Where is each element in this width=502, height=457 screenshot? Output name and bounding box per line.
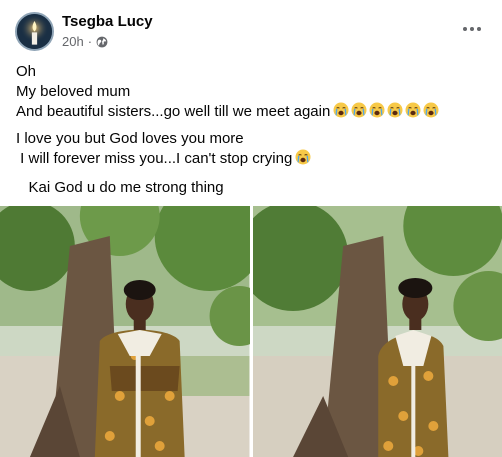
loudly-crying-face-emoji xyxy=(423,102,439,118)
post-line: I love you but God loves you more xyxy=(16,130,244,147)
loudly-crying-face-emoji xyxy=(405,102,421,118)
post-meta: 20h · xyxy=(62,34,108,49)
more-options-dot xyxy=(477,27,481,31)
loudly-crying-face-emoji xyxy=(295,149,311,165)
loudly-crying-face-emoji xyxy=(333,102,349,118)
post-line: And beautiful sisters...go well till we … xyxy=(16,103,331,120)
more-options-dot xyxy=(463,27,467,31)
meta-separator: · xyxy=(87,34,93,49)
avatar[interactable] xyxy=(15,12,54,51)
candle-icon xyxy=(17,14,52,49)
globe-icon[interactable] xyxy=(96,36,108,48)
post-line: Kai God u do me strong thing xyxy=(16,179,224,196)
author-name[interactable]: Tsegba Lucy xyxy=(62,13,153,30)
post-line: My beloved mum xyxy=(16,83,131,100)
loudly-crying-face-emoji xyxy=(369,102,385,118)
more-options-button[interactable] xyxy=(460,19,484,39)
crying-emoji-group xyxy=(295,149,311,165)
loudly-crying-face-emoji xyxy=(351,102,367,118)
more-options-dot xyxy=(470,27,474,31)
post-timestamp[interactable]: 20h xyxy=(62,34,84,49)
photo-woman-by-tree-1[interactable] xyxy=(0,206,250,457)
loudly-crying-face-emoji xyxy=(387,102,403,118)
post-line-with-emoji: And beautiful sisters...go well till we … xyxy=(16,102,494,122)
crying-emoji-group xyxy=(333,102,439,118)
post-message: Oh My beloved mum And beautiful sisters.… xyxy=(16,62,494,198)
post-line: I will forever miss you...I can't stop c… xyxy=(16,150,293,167)
photo-woman-by-tree-2[interactable] xyxy=(252,206,502,457)
post-line: Oh xyxy=(16,63,37,80)
post-header: Tsegba Lucy 20h · xyxy=(0,0,502,58)
photo-grid xyxy=(0,206,502,457)
post-line-with-emoji: I will forever miss you...I can't stop c… xyxy=(16,149,494,169)
